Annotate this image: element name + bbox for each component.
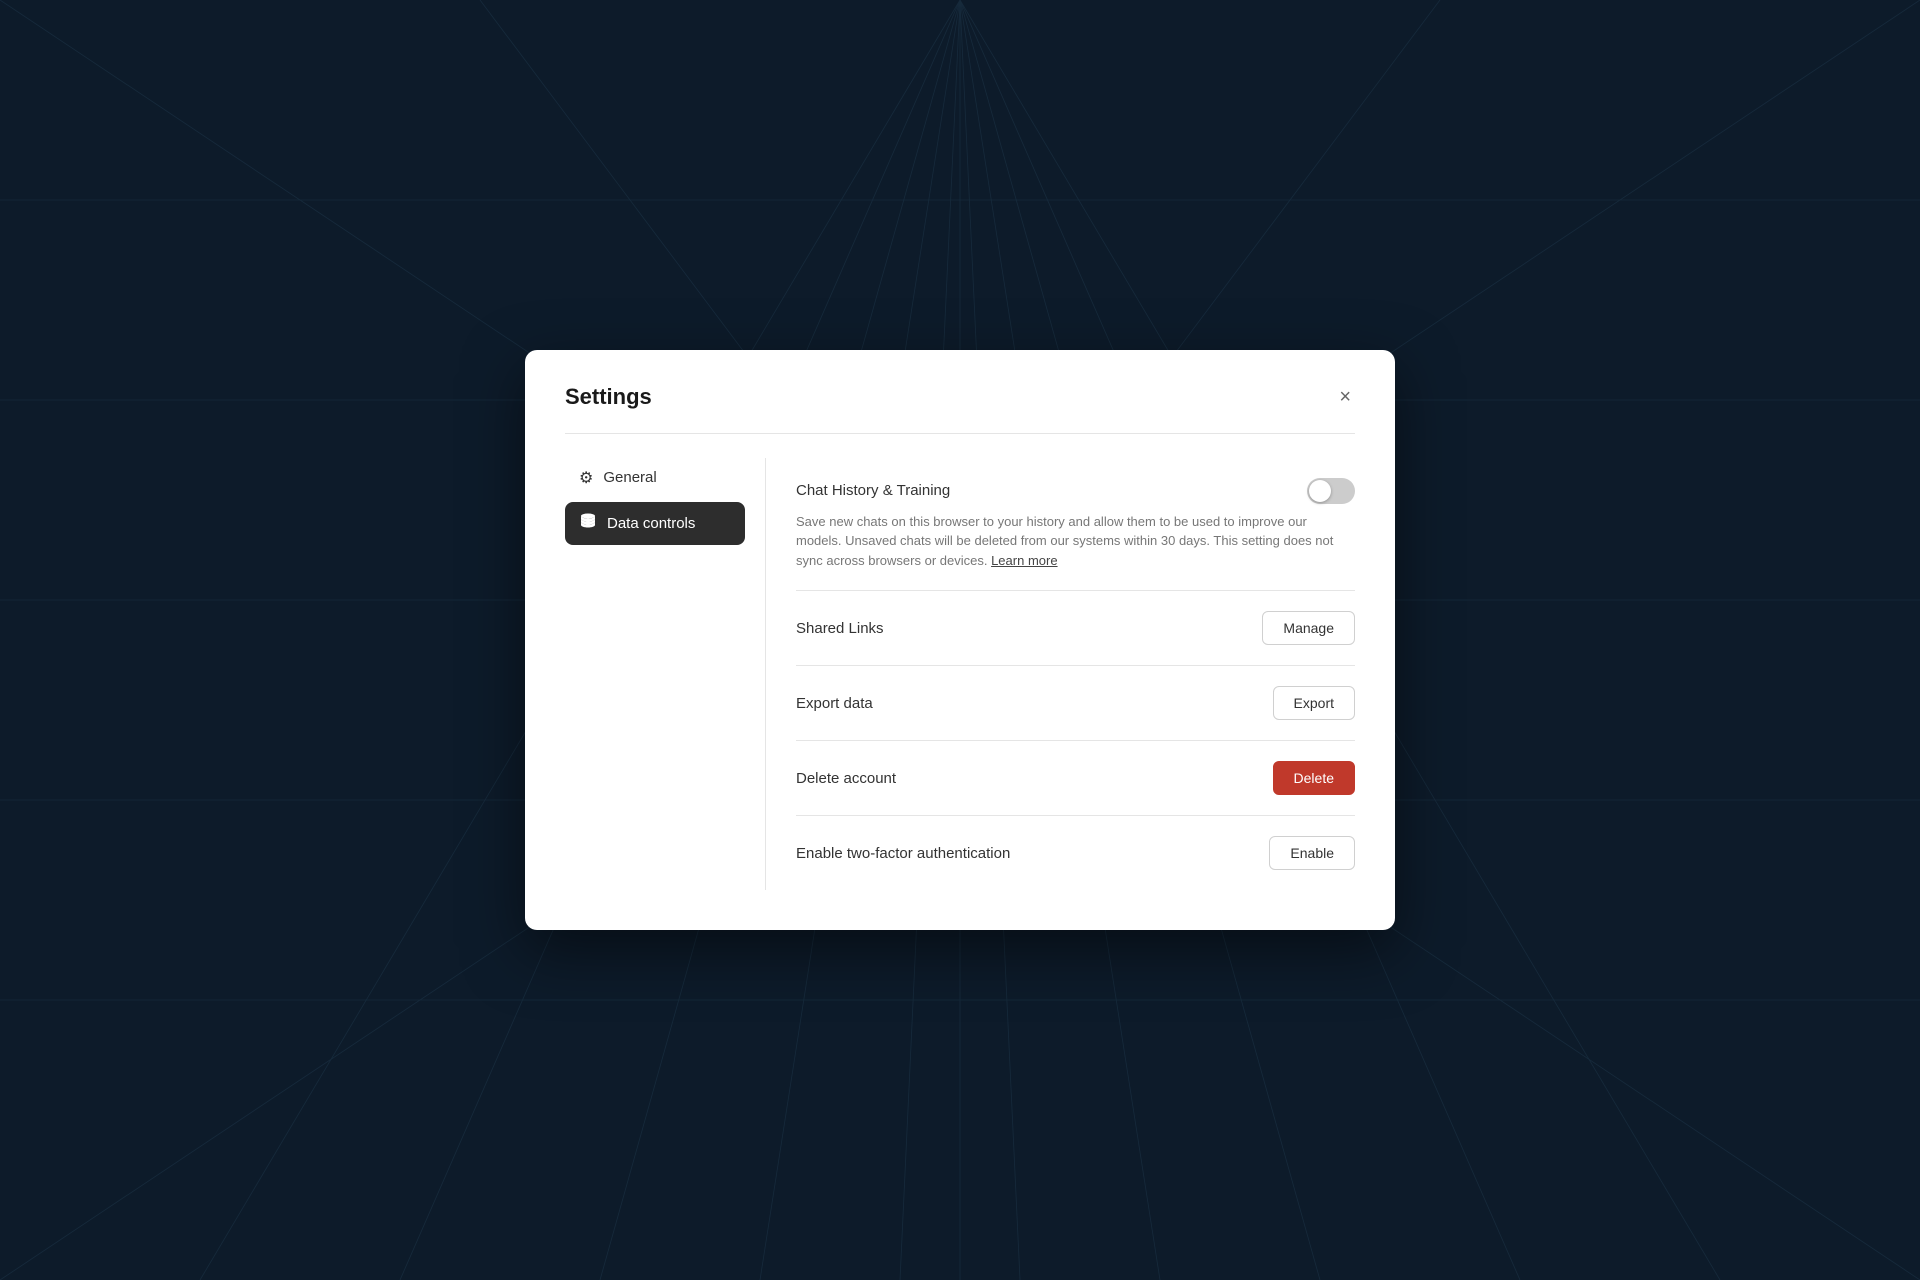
setting-row-top-two-factor: Enable two-factor authentication Enable [796,836,1355,870]
delete-account-label: Delete account [796,770,896,787]
database-icon [579,512,597,535]
setting-row-top-chat-history: Chat History & Training [796,478,1355,504]
setting-row-export-data: Export data Export [796,666,1355,741]
sidebar-item-data-controls-label: Data controls [607,515,695,532]
sidebar-item-general-label: General [603,469,656,486]
settings-modal: Settings × ⚙ General Data controls [525,350,1395,931]
sidebar-item-data-controls[interactable]: Data controls [565,502,745,545]
modal-title: Settings [565,384,652,410]
modal-header: Settings × [565,382,1355,434]
sidebar: ⚙ General Data controls [565,458,765,891]
chat-history-label: Chat History & Training [796,482,950,499]
sidebar-item-general[interactable]: ⚙ General [565,458,745,498]
gear-icon: ⚙ [579,468,593,488]
setting-row-top-delete-account: Delete account Delete [796,761,1355,795]
chat-history-description: Save new chats on this browser to your h… [796,512,1355,571]
export-button[interactable]: Export [1273,686,1355,720]
chat-history-toggle[interactable] [1307,478,1355,504]
modal-body: ⚙ General Data controls [565,458,1355,891]
setting-row-top-export-data: Export data Export [796,686,1355,720]
setting-row-two-factor: Enable two-factor authentication Enable [796,816,1355,890]
two-factor-label: Enable two-factor authentication [796,845,1010,862]
setting-row-chat-history: Chat History & Training Save new chats o… [796,458,1355,592]
delete-button[interactable]: Delete [1273,761,1355,795]
manage-button[interactable]: Manage [1262,611,1355,645]
content-area: Chat History & Training Save new chats o… [765,458,1355,891]
learn-more-link[interactable]: Learn more [991,553,1057,568]
close-button[interactable]: × [1335,382,1355,413]
export-data-label: Export data [796,695,873,712]
setting-row-top-shared-links: Shared Links Manage [796,611,1355,645]
setting-row-shared-links: Shared Links Manage [796,591,1355,666]
shared-links-label: Shared Links [796,620,884,637]
enable-button[interactable]: Enable [1269,836,1355,870]
setting-row-delete-account: Delete account Delete [796,741,1355,816]
